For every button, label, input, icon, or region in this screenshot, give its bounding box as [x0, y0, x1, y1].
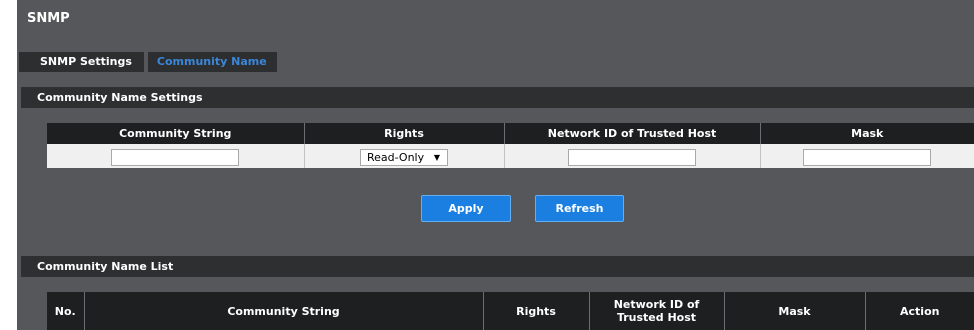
- list-col-network-id-line2: Trusted Host: [616, 311, 697, 324]
- community-settings-table: Community String Rights Network ID of Tr…: [47, 123, 974, 168]
- list-col-mask: Mask: [724, 292, 866, 330]
- triangle-down-icon: ▼: [433, 152, 440, 162]
- col-header-community-string: Community String: [47, 123, 305, 144]
- settings-input-row: Read-Only ▼: [47, 144, 974, 168]
- network-id-cell: [504, 144, 761, 168]
- list-col-action: Action: [865, 292, 974, 330]
- community-name-list-header: Community Name List: [21, 256, 974, 277]
- rights-select-value: Read-Only: [367, 150, 425, 164]
- rights-select[interactable]: Read-Only ▼: [360, 148, 448, 166]
- mask-input[interactable]: [803, 148, 932, 166]
- community-name-settings-header: Community Name Settings: [21, 87, 974, 108]
- col-header-network-id: Network ID of Trusted Host: [504, 123, 761, 144]
- col-header-mask: Mask: [760, 123, 974, 144]
- community-string-cell: [47, 144, 305, 168]
- snmp-panel: SNMP SNMP Settings Community Name Commun…: [17, 0, 974, 330]
- refresh-button[interactable]: Refresh: [535, 195, 624, 222]
- list-header-row: No. Community String Rights Network ID o…: [47, 292, 974, 330]
- list-col-network-id-line1: Network ID of: [613, 298, 700, 311]
- community-string-input[interactable]: [111, 148, 240, 166]
- apply-button[interactable]: Apply: [421, 195, 511, 222]
- col-header-rights: Rights: [304, 123, 505, 144]
- list-col-network-id: Network ID of Trusted Host: [589, 292, 725, 330]
- tab-community-name[interactable]: Community Name: [147, 52, 277, 72]
- list-col-community-string: Community String: [84, 292, 484, 330]
- network-id-input[interactable]: [568, 148, 696, 166]
- mask-cell: [760, 144, 974, 168]
- rights-cell: Read-Only ▼: [304, 144, 505, 168]
- page-title: SNMP: [27, 11, 70, 26]
- settings-header-row: Community String Rights Network ID of Tr…: [47, 123, 974, 144]
- list-col-rights: Rights: [483, 292, 590, 330]
- tab-bar: SNMP Settings Community Name: [19, 52, 277, 72]
- tab-snmp-settings[interactable]: SNMP Settings: [19, 52, 144, 72]
- community-name-list-table: No. Community String Rights Network ID o…: [47, 292, 974, 330]
- list-col-no: No.: [47, 292, 85, 330]
